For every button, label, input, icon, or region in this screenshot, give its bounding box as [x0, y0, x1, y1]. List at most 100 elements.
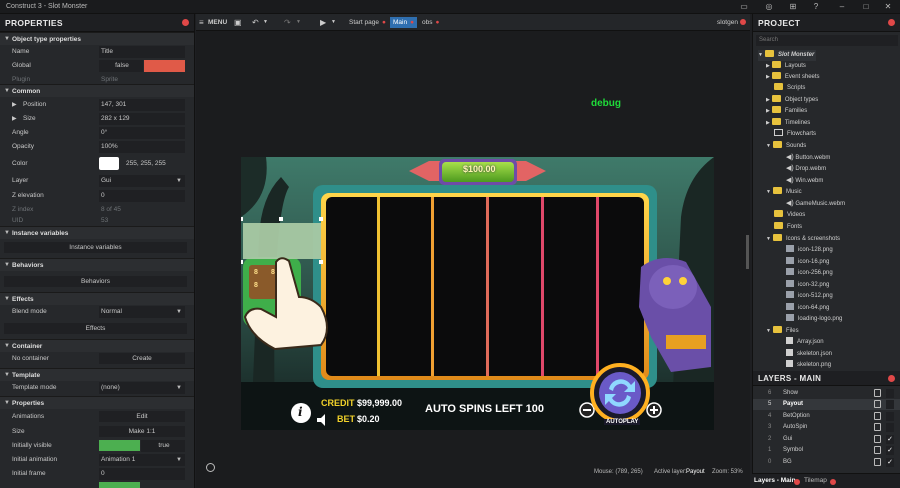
tab-close-icon[interactable]: [830, 479, 836, 485]
section-object-type-properties[interactable]: ▼ Object type properties: [0, 32, 194, 45]
layer-select[interactable]: Gui ▼: [99, 175, 185, 187]
section-behaviors[interactable]: ▼ Behaviors: [0, 258, 194, 271]
tree-item-object-types[interactable]: ▶ Object types: [766, 95, 818, 106]
tab-layers-main[interactable]: Layers - Main: [754, 477, 796, 484]
make-1-1-button[interactable]: Make 1:1: [99, 426, 185, 437]
game-layout-canvas[interactable]: $100.00 8 8 8 i CREDIT $99,999.00 BET $0…: [241, 157, 714, 430]
menu-button[interactable]: MENU: [208, 17, 227, 28]
tab-close-icon[interactable]: ●: [382, 19, 386, 26]
z-elevation-field[interactable]: 0: [99, 190, 185, 202]
layer-row-bg[interactable]: 0 BG ✓: [753, 457, 900, 468]
layer-row-symbol[interactable]: 1 Symbol ✓: [753, 445, 900, 456]
tree-item-icon-16[interactable]: icon-16.png: [786, 257, 829, 268]
chevron-down-icon[interactable]: ▼: [263, 17, 268, 28]
visibility-checkbox[interactable]: [886, 400, 894, 409]
tree-item-icon-32[interactable]: icon-32.png: [786, 280, 829, 291]
lock-icon[interactable]: [874, 446, 881, 454]
layer-row-gui[interactable]: 2 Gui ✓: [753, 434, 900, 445]
position-field[interactable]: 147, 301: [99, 99, 185, 111]
tree-item-event-sheets[interactable]: ▶ Event sheets: [766, 72, 820, 83]
tree-item-flowcharts[interactable]: Flowcharts: [774, 129, 816, 140]
user-name[interactable]: slotgen: [717, 17, 738, 28]
tab-close-icon[interactable]: ●: [435, 19, 439, 26]
edit-animations-button[interactable]: Edit: [99, 411, 185, 422]
tree-item-fonts[interactable]: Fonts: [774, 222, 802, 233]
tab-obs[interactable]: obs ●: [419, 17, 442, 28]
share-icon[interactable]: ⊞: [787, 2, 799, 12]
tree-item-families[interactable]: ▶ Families: [766, 106, 807, 117]
project-search-input[interactable]: Search: [756, 35, 898, 46]
global-toggle-fill[interactable]: [144, 60, 185, 72]
tree-item-scripts[interactable]: Scripts: [774, 83, 805, 94]
initial-frame-field[interactable]: 0: [99, 468, 185, 480]
tab-close-icon[interactable]: [794, 479, 800, 485]
section-template[interactable]: ▼ Template: [0, 368, 194, 381]
maximize-icon[interactable]: □: [860, 2, 872, 12]
panel-close-icon[interactable]: [888, 375, 895, 382]
next-toggle-fill[interactable]: [99, 482, 140, 488]
hamburger-icon[interactable]: ≡: [199, 17, 204, 28]
tree-item-drop-webm[interactable]: ◀) Drop.webm: [786, 164, 826, 175]
size-field[interactable]: 282 x 129: [99, 113, 185, 125]
visibility-checkbox[interactable]: ✓: [886, 446, 894, 455]
visibility-checkbox[interactable]: [886, 423, 894, 432]
initially-visible-toggle-fill[interactable]: [99, 440, 140, 451]
expand-icon[interactable]: ▶: [12, 115, 17, 122]
section-instance-variables[interactable]: ▼ Instance variables: [0, 226, 194, 239]
create-container-button[interactable]: Create: [99, 353, 185, 364]
lock-icon[interactable]: [874, 435, 881, 443]
name-field[interactable]: Title: [99, 46, 185, 58]
layer-row-show[interactable]: 6 Show: [753, 388, 900, 399]
tab-start-page[interactable]: Start page ●: [346, 17, 389, 28]
tree-item-timelines[interactable]: ▶ Timelines: [766, 118, 810, 129]
help-icon[interactable]: ?: [810, 2, 822, 12]
global-toggle[interactable]: false: [99, 60, 143, 72]
opacity-field[interactable]: 100%: [99, 141, 185, 153]
tree-item-loading-logo[interactable]: loading-logo.png: [786, 314, 842, 325]
tab-close-icon[interactable]: ●: [410, 19, 414, 26]
visibility-checkbox[interactable]: [886, 389, 894, 398]
play-icon[interactable]: ▶: [320, 17, 326, 28]
section-container[interactable]: ▼ Container: [0, 339, 194, 352]
effects-button[interactable]: Effects: [4, 323, 187, 334]
tree-item-icon-512[interactable]: icon-512.png: [786, 291, 833, 302]
color-field[interactable]: 255, 255, 255: [124, 158, 186, 170]
tree-item-gamemusic-webm[interactable]: ◀) GameMusic.webm: [786, 199, 845, 210]
selected-title-sprite[interactable]: [243, 223, 321, 259]
save-icon[interactable]: ▣: [234, 17, 242, 28]
chevron-down-icon[interactable]: ▼: [331, 17, 336, 28]
lock-icon[interactable]: [874, 389, 881, 397]
tab-main[interactable]: Main ●: [390, 17, 418, 28]
layer-row-autospin[interactable]: 3 AutoSpin: [753, 422, 900, 433]
lock-icon[interactable]: [874, 400, 881, 408]
instance-variables-button[interactable]: Instance variables: [4, 242, 187, 253]
angle-field[interactable]: 0°: [99, 127, 185, 139]
tab-tilemap[interactable]: Tilemap: [804, 477, 827, 484]
layer-row-betoption[interactable]: 4 BetOption: [753, 411, 900, 422]
tree-item-layouts[interactable]: ▶ Layouts: [766, 61, 806, 72]
template-mode-select[interactable]: (none) ▼: [99, 382, 185, 394]
minimize-icon[interactable]: –: [836, 2, 848, 12]
panel-close-icon[interactable]: [182, 19, 189, 26]
tree-item-array-json[interactable]: Array.json: [786, 337, 824, 348]
vertical-scrollbar[interactable]: [746, 235, 749, 269]
panel-close-icon[interactable]: [888, 19, 895, 26]
tree-item-icon-256[interactable]: icon-256.png: [786, 268, 833, 279]
tree-item-win-webm[interactable]: ◀) Win.webm: [786, 176, 823, 187]
initially-visible-toggle[interactable]: true: [141, 440, 185, 452]
tree-item-icon-64[interactable]: icon-64.png: [786, 303, 829, 314]
section-common[interactable]: ▼ Common: [0, 84, 194, 97]
blend-mode-select[interactable]: Normal ▼: [99, 306, 185, 318]
lock-icon[interactable]: [874, 412, 881, 420]
tree-item-videos[interactable]: Videos: [774, 210, 805, 221]
tree-item-skeleton-png[interactable]: skeleton.png: [786, 360, 831, 371]
tree-item-button-webm[interactable]: ◀) Button.webm: [786, 153, 830, 164]
layer-row-payout[interactable]: 5 Payout: [753, 399, 900, 410]
behaviors-button[interactable]: Behaviors: [4, 276, 187, 287]
tree-item-icons[interactable]: ▼ Icons & screenshots: [766, 234, 840, 245]
visibility-checkbox[interactable]: ✓: [886, 435, 894, 444]
visibility-checkbox[interactable]: [886, 412, 894, 421]
app-menu-icon[interactable]: ▭: [738, 2, 750, 12]
tree-root[interactable]: ▼ Slot Monster: [758, 50, 816, 61]
section-properties[interactable]: ▼ Properties: [0, 396, 194, 409]
